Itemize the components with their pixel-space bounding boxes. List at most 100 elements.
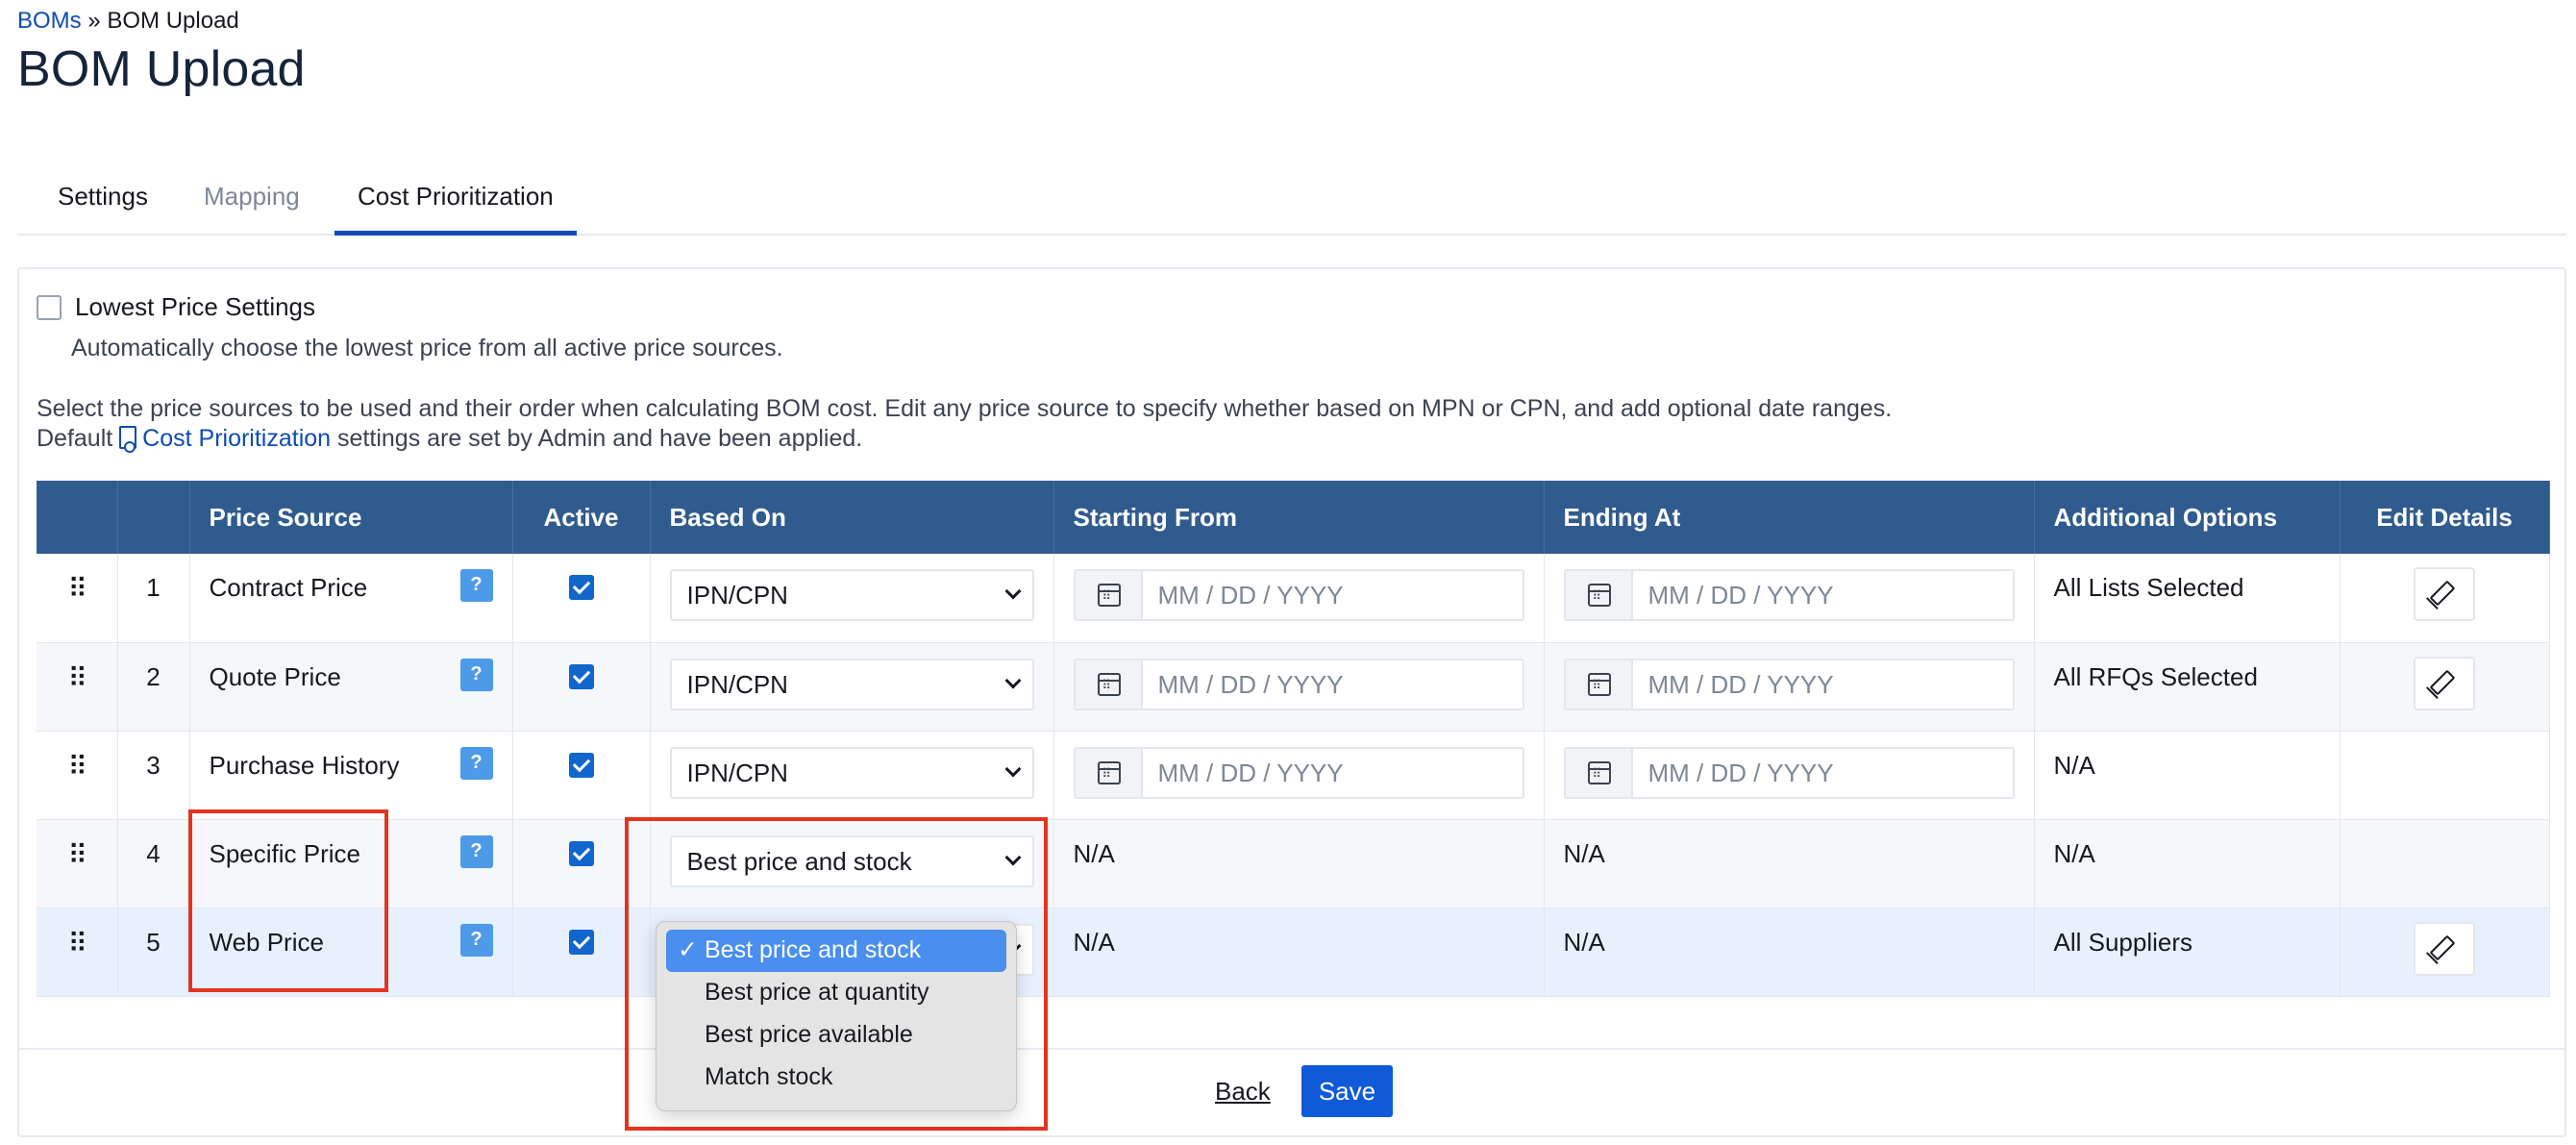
drag-handle-icon[interactable]: ⠿ [37,819,118,909]
date-placeholder: MM / DD / YYYY [1647,581,1834,610]
default-prefix: Default [37,425,113,452]
col-starting-from: Starting From [1053,481,1545,554]
date-placeholder: MM / DD / YYYY [1157,581,1344,610]
edit-cell [2340,731,2550,820]
based-on-cell: IPN/CPN [650,731,1054,820]
additional-options-cell: All Suppliers [2034,908,2341,997]
drag-handle-icon[interactable]: ⠿ [37,642,118,732]
active-checkbox[interactable] [568,840,594,866]
based-on-select[interactable]: IPN/CPN [669,569,1034,621]
additional-options-cell: N/A [2034,731,2341,820]
active-checkbox[interactable] [568,575,594,600]
ending-at-cell: N/A [1544,908,2035,997]
drag-handle-icon[interactable]: ⠿ [37,908,118,997]
end-date-input[interactable]: MM / DD / YYYY [1563,658,2015,710]
pencil-icon [2429,669,2456,695]
back-link[interactable]: Back [1215,1077,1271,1107]
dropdown-option-match-stock[interactable]: Match stock [666,1057,1006,1099]
price-source-cell: Purchase History? [189,731,513,820]
calendar-icon[interactable] [1587,672,1611,696]
additional-options-cell: All RFQs Selected [2034,642,2341,732]
breadcrumb-separator: » [87,8,101,34]
tab-settings[interactable]: Settings [35,163,171,236]
checkmark-icon: ✓ [678,936,698,963]
edit-cell [2340,642,2550,732]
edit-cell [2340,908,2550,997]
active-checkbox[interactable] [568,929,594,955]
chevron-down-icon [1004,583,1021,600]
save-button[interactable]: Save [1300,1065,1394,1117]
help-icon[interactable]: ? [459,746,493,780]
based-on-value: IPN/CPN [686,581,788,610]
help-icon[interactable]: ? [459,923,493,957]
calendar-icon[interactable] [1587,760,1611,784]
edit-button[interactable] [2414,921,2475,976]
ending-at-cell: MM / DD / YYYY [1544,731,2035,820]
edit-button[interactable] [2414,567,2475,621]
start-date-input[interactable]: MM / DD / YYYY [1073,569,1524,621]
cost-prioritization-link[interactable]: Cost Prioritization [142,425,331,452]
lowest-price-setting: Lowest Price Settings [37,292,315,322]
col-additional-options: Additional Options [2034,481,2341,554]
based-on-value: IPN/CPN [686,758,788,787]
row-number: 4 [117,819,190,909]
lowest-price-help: Automatically choose the lowest price fr… [71,335,783,361]
dropdown-option-best-price-and-stock[interactable]: ✓ Best price and stock [666,930,1006,972]
table-row: ⠿ 3 Purchase History? IPN/CPN MM / DD / … [37,731,2550,820]
tab-cost-prioritization[interactable]: Cost Prioritization [334,163,577,236]
breadcrumb-boms-link[interactable]: BOMs [17,8,82,34]
based-on-select[interactable]: IPN/CPN [669,746,1034,799]
help-icon[interactable]: ? [459,658,493,691]
drag-handle-icon[interactable]: ⠿ [37,731,118,820]
tab-mapping[interactable]: Mapping [181,163,323,236]
based-on-select[interactable]: IPN/CPN [669,658,1034,710]
active-checkbox[interactable] [568,752,594,778]
dropdown-option-best-price-available[interactable]: Best price available [666,1014,1006,1057]
table-header-row: Price Source Active Based On Starting Fr… [37,481,2550,554]
instructions-line: Select the price sources to be used and … [37,395,1893,422]
lowest-price-checkbox[interactable] [37,294,62,320]
date-placeholder: MM / DD / YYYY [1157,758,1344,787]
cost-prioritization-panel: Lowest Price Settings Automatically choo… [17,267,2566,1137]
end-date-input[interactable]: MM / DD / YYYY [1563,746,2015,799]
chevron-down-icon [1004,760,1021,777]
footer-divider [19,1048,2564,1050]
based-on-dropdown-menu: ✓ Best price and stock Best price at quan… [656,921,1017,1111]
default-settings-note: Default Cost Prioritization settings are… [37,424,1892,454]
edit-button[interactable] [2414,656,2475,710]
active-cell [512,554,651,643]
dropdown-option-best-price-at-quantity[interactable]: Best price at quantity [666,972,1006,1014]
row-number: 3 [117,731,190,820]
ending-at-cell: N/A [1544,819,2035,909]
row-number: 5 [117,908,190,997]
start-date-input[interactable]: MM / DD / YYYY [1073,746,1524,799]
end-date-input[interactable]: MM / DD / YYYY [1563,569,2015,621]
table-row: ⠿ 2 Quote Price? IPN/CPN MM / DD / YYYY … [37,642,2550,732]
active-cell [512,731,651,820]
calendar-icon[interactable] [1097,672,1121,696]
edit-cell [2340,819,2550,909]
calendar-icon[interactable] [1587,584,1611,607]
col-edit-details: Edit Details [2340,481,2550,554]
pencil-icon [2429,934,2456,960]
tab-bar: Settings Mapping Cost Prioritization [17,163,2566,236]
start-date-input[interactable]: MM / DD / YYYY [1073,658,1524,710]
additional-options-cell: N/A [2034,819,2341,909]
starting-from-cell: N/A [1053,819,1545,909]
drag-handle-icon[interactable]: ⠿ [37,554,118,643]
calendar-icon[interactable] [1097,584,1121,607]
based-on-cell: IPN/CPN [650,554,1054,643]
price-source-cell: Quote Price? [189,642,513,732]
starting-from-cell: MM / DD / YYYY [1053,554,1545,643]
col-number [117,481,190,554]
additional-options-cell: All Lists Selected [2034,554,2341,643]
active-cell [512,642,651,732]
price-source-name: Quote Price [209,661,341,691]
price-source-name: Purchase History [209,750,400,780]
document-link-icon [119,426,137,453]
active-checkbox[interactable] [568,663,594,689]
help-icon[interactable]: ? [459,569,493,602]
row-number: 2 [117,642,190,732]
help-icon[interactable]: ? [459,834,493,868]
calendar-icon[interactable] [1097,760,1121,784]
